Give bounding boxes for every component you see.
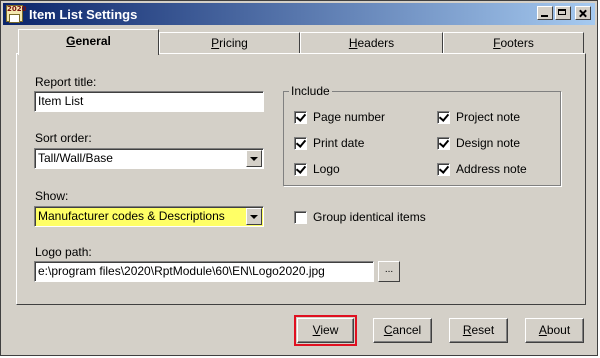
- tab-general[interactable]: General: [18, 29, 159, 55]
- settings-window: 2020 Item List Settings General Pricing …: [0, 0, 598, 356]
- cancel-button[interactable]: Cancel: [373, 318, 432, 343]
- maximize-icon[interactable]: [555, 6, 571, 20]
- tab-pricing[interactable]: Pricing: [159, 32, 300, 53]
- app-icon: 2020: [6, 5, 26, 23]
- tab-footers[interactable]: Footers: [443, 32, 584, 53]
- about-button[interactable]: About: [525, 318, 584, 343]
- view-button[interactable]: View: [297, 318, 354, 343]
- reset-button[interactable]: Reset: [449, 318, 508, 343]
- window-title: Item List Settings: [29, 7, 138, 22]
- general-panel: [16, 53, 586, 305]
- minimize-icon[interactable]: [537, 6, 553, 20]
- title-bar[interactable]: 2020 Item List Settings: [3, 3, 595, 25]
- close-icon[interactable]: [575, 6, 591, 20]
- tab-headers[interactable]: Headers: [300, 32, 443, 53]
